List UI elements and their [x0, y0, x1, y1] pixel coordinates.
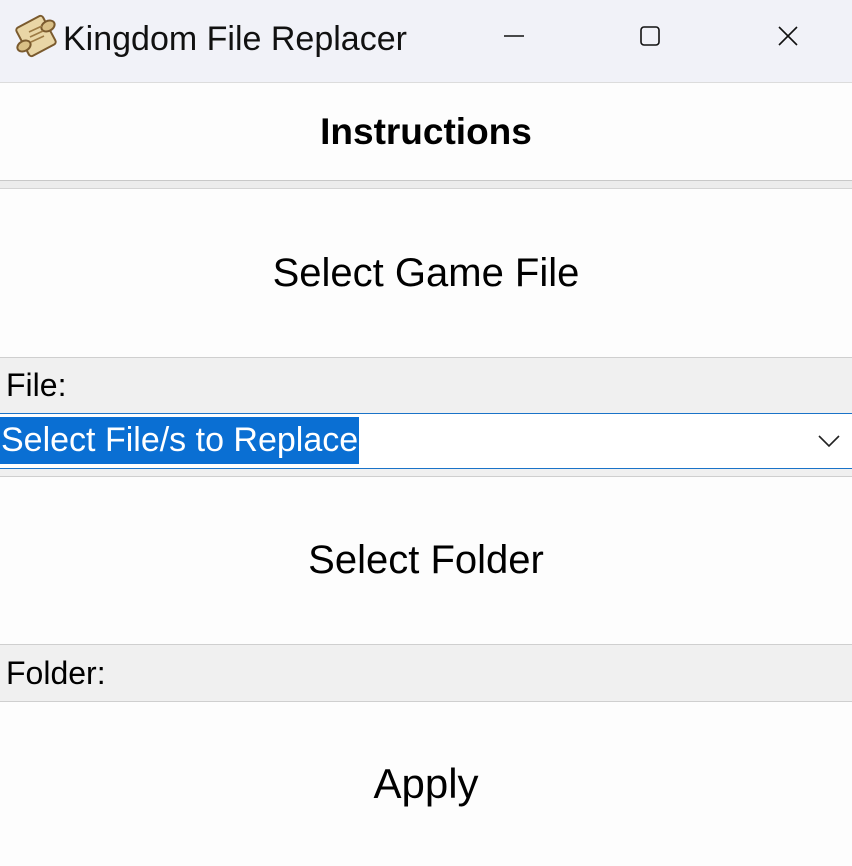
close-button[interactable] — [719, 0, 852, 76]
minimize-button[interactable] — [445, 0, 583, 76]
maximize-icon — [638, 24, 662, 53]
apply-button[interactable]: Apply — [0, 702, 852, 866]
file-select-combobox[interactable]: Select File/s to Replace — [0, 413, 852, 469]
file-label: File: — [0, 358, 852, 413]
scroll-icon — [12, 12, 60, 60]
select-folder-button[interactable]: Select Folder — [0, 477, 852, 645]
folder-label: Folder: — [0, 645, 852, 702]
window-title: Kingdom File Replacer — [63, 20, 407, 58]
select-game-file-button[interactable]: Select Game File — [0, 189, 852, 358]
chevron-down-icon[interactable] — [816, 428, 842, 454]
separator — [0, 469, 852, 477]
title-bar[interactable]: Kingdom File Replacer — [0, 0, 852, 83]
close-icon — [776, 24, 800, 53]
maximize-button[interactable] — [581, 0, 719, 76]
app-window: Kingdom File Replacer Instructions Selec… — [0, 0, 852, 866]
instructions-button[interactable]: Instructions — [0, 83, 852, 181]
file-select-value: Select File/s to Replace — [0, 417, 360, 464]
minimize-icon — [502, 24, 526, 53]
separator — [0, 181, 852, 189]
